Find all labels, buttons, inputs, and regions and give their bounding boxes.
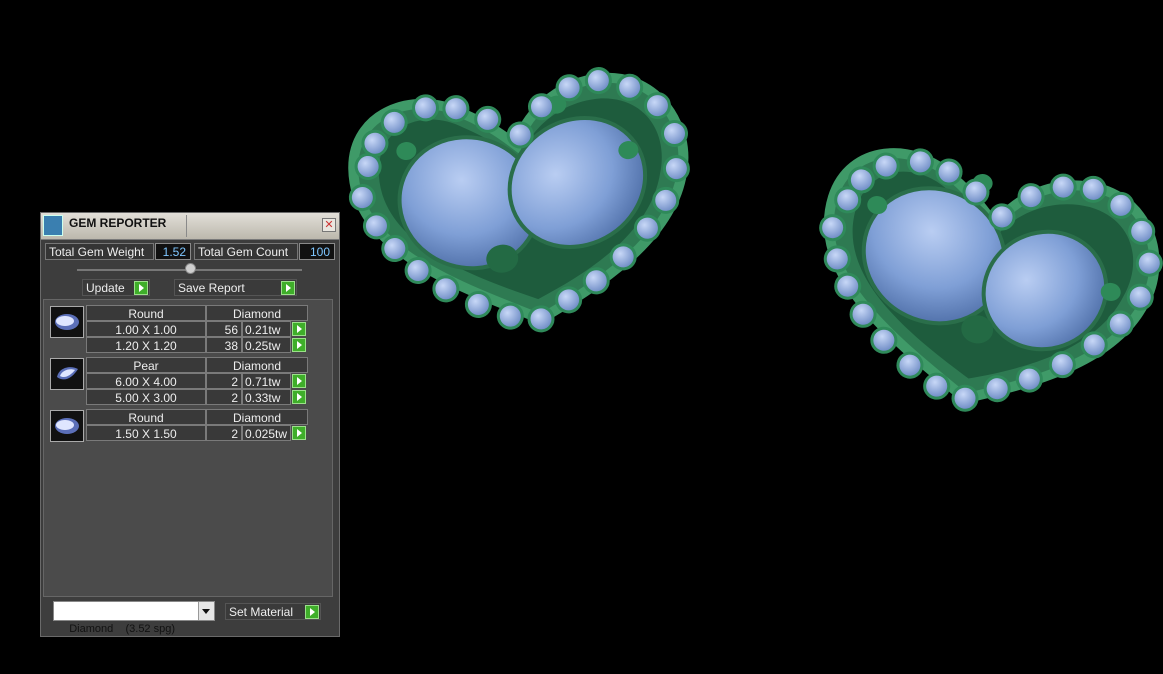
gem-count: 2 <box>206 425 242 441</box>
heart-model-right[interactable] <box>794 132 1163 440</box>
chevron-down-icon[interactable] <box>198 602 214 620</box>
gem-size: 1.50 X 1.50 <box>86 425 206 441</box>
select-row-arrow-icon[interactable] <box>292 426 306 440</box>
gem-shape: Pear <box>86 357 206 373</box>
gem-reporter-icon <box>43 215 63 236</box>
close-icon[interactable]: ✕ <box>322 218 336 232</box>
gem-weight: 0.025tw <box>242 425 291 441</box>
select-row-arrow-icon[interactable] <box>292 390 306 404</box>
slider-handle[interactable] <box>185 263 196 274</box>
gem-reporter-panel: GEM REPORTER ✕ Total Gem Weight 1.52 Tot… <box>40 212 340 637</box>
total-gem-count-label: Total Gem Count <box>194 243 298 260</box>
set-material-button-label: Set Material <box>229 605 294 619</box>
set-material-button[interactable]: Set Material <box>225 603 321 620</box>
gem-material: Diamond <box>206 409 308 425</box>
gem-material: Diamond <box>206 305 308 321</box>
gem-size: 6.00 X 4.00 <box>86 373 206 389</box>
round-gem-icon <box>50 306 84 338</box>
gem-weight: 0.21tw <box>242 321 291 337</box>
pear-gem-icon <box>50 358 84 390</box>
gem-shape: Round <box>86 305 206 321</box>
panel-title: GEM REPORTER <box>69 216 167 230</box>
play-arrow-icon[interactable] <box>134 281 148 295</box>
gem-weight: 0.33tw <box>242 389 291 405</box>
update-button-label: Update <box>86 281 125 295</box>
material-select[interactable]: Diamond (3.52 spg) <box>53 601 215 635</box>
select-row-arrow-icon[interactable] <box>292 374 306 388</box>
gem-size: 5.00 X 3.00 <box>86 389 206 405</box>
gem-count: 2 <box>206 373 242 389</box>
save-report-button[interactable]: Save Report <box>174 279 297 296</box>
update-button[interactable]: Update <box>82 279 150 296</box>
total-gem-weight-label: Total Gem Weight <box>45 243 154 260</box>
round-gem-icon <box>50 410 84 442</box>
heart-model-left[interactable] <box>337 58 711 355</box>
total-gem-weight-value: 1.52 <box>155 243 191 260</box>
gem-weight: 0.71tw <box>242 373 291 389</box>
save-report-button-label: Save Report <box>178 281 245 295</box>
title-separator <box>186 215 187 237</box>
select-row-arrow-icon[interactable] <box>292 338 306 352</box>
play-arrow-icon[interactable] <box>305 605 319 619</box>
gem-count: 38 <box>206 337 242 353</box>
gem-material: Diamond <box>206 357 308 373</box>
gem-shape: Round <box>86 409 206 425</box>
total-gem-count-value: 100 <box>299 243 335 260</box>
panel-titlebar[interactable]: GEM REPORTER ✕ <box>41 213 339 240</box>
play-arrow-icon[interactable] <box>281 281 295 295</box>
gem-list[interactable]: Round Diamond 1.00 X 1.00 56 0.21tw 1.20… <box>43 299 333 597</box>
gem-count: 2 <box>206 389 242 405</box>
gem-size: 1.00 X 1.00 <box>86 321 206 337</box>
gem-weight: 0.25tw <box>242 337 291 353</box>
gem-size: 1.20 X 1.20 <box>86 337 206 353</box>
material-select-value: Diamond (3.52 spg) <box>69 623 176 635</box>
select-row-arrow-icon[interactable] <box>292 322 306 336</box>
gem-count: 56 <box>206 321 242 337</box>
